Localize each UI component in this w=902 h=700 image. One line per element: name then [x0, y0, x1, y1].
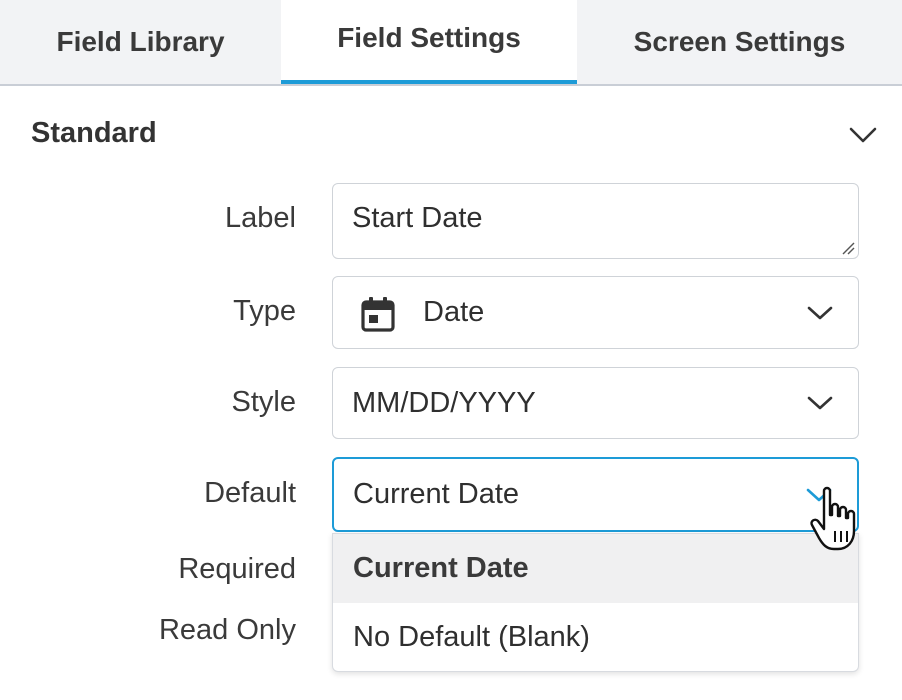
default-select-value: Current Date [353, 478, 520, 510]
dropdown-option-no-default[interactable]: No Default (Blank) [333, 603, 858, 671]
read-only-field-label: Read Only [158, 614, 296, 646]
dropdown-option-current-date[interactable]: Current Date [333, 534, 858, 603]
chevron-down-icon[interactable] [848, 124, 878, 146]
label-input-value: Start Date [352, 202, 483, 234]
required-field-label: Required [178, 553, 296, 585]
tab-bar: Field Library Field Settings Screen Sett… [0, 0, 902, 86]
type-field-label: Type [233, 295, 296, 327]
style-field-label: Style [231, 386, 296, 418]
hand-cursor-icon [810, 486, 856, 551]
tab-field-settings[interactable]: Field Settings [281, 0, 577, 84]
type-select[interactable]: Date [332, 276, 859, 349]
label-field-label: Label [225, 202, 296, 234]
tab-screen-settings[interactable]: Screen Settings [577, 0, 902, 84]
type-select-value: Date [423, 296, 485, 328]
tab-field-library[interactable]: Field Library [0, 0, 281, 84]
style-select[interactable]: MM/DD/YYYY [332, 367, 859, 439]
resize-grip-icon[interactable] [841, 241, 855, 255]
style-select-value: MM/DD/YYYY [352, 386, 536, 419]
default-select[interactable]: Current Date [332, 457, 859, 532]
calendar-icon [361, 297, 395, 332]
default-dropdown-menu: Current Date No Default (Blank) [332, 533, 859, 672]
chevron-down-icon [807, 306, 833, 319]
default-field-label: Default [204, 477, 296, 509]
section-title: Standard [31, 117, 157, 149]
chevron-down-icon [807, 396, 833, 410]
label-input[interactable]: Start Date [332, 183, 859, 259]
